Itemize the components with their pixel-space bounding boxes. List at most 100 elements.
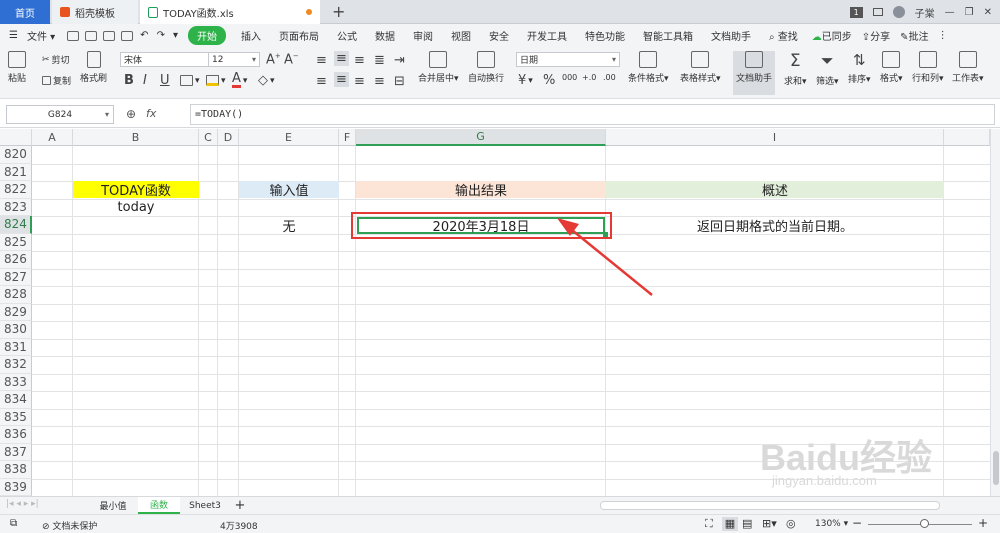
fullscreen-icon[interactable]: ⛶ [705, 517, 713, 531]
row-header[interactable]: 830 [0, 321, 32, 339]
bold-icon[interactable]: B [124, 73, 134, 88]
sort-button[interactable]: ⇅ 排序▾ [848, 51, 871, 85]
page-view-icon[interactable]: ▤ [742, 517, 752, 530]
tab-template[interactable]: 稻壳模板 [52, 0, 138, 24]
row-header[interactable]: 824 [0, 216, 32, 234]
italic-icon[interactable]: I [143, 73, 147, 88]
font-color-icon[interactable]: A ▾ [232, 72, 247, 88]
zoom-level[interactable]: 130% ▾ [815, 519, 848, 529]
sum-button[interactable]: Σ 求和▾ [784, 51, 807, 87]
fill-color-icon[interactable]: ▾ [206, 75, 226, 86]
col-header-g[interactable]: G [356, 129, 606, 146]
increase-decimal-icon[interactable]: +.0 [582, 73, 596, 82]
zoom-magnifier-icon[interactable]: ⊕ [126, 107, 136, 121]
sheet-nav-icon[interactable]: |◂ ◂ ▸ ▸| [6, 499, 39, 509]
zoom-out-icon[interactable]: − [852, 516, 862, 530]
user-name[interactable]: 子棠 [915, 5, 935, 20]
row-header[interactable]: 825 [0, 233, 32, 251]
page-break-icon[interactable]: ⊞▾ [762, 517, 777, 530]
name-box[interactable]: G824 ▾ [6, 105, 114, 124]
add-sheet-icon[interactable]: + [232, 497, 248, 514]
row-header[interactable]: 838 [0, 461, 32, 479]
row-header[interactable]: 821 [0, 163, 32, 181]
print-preview-icon[interactable] [85, 30, 98, 41]
paste-button[interactable]: 粘贴 [8, 51, 26, 84]
horizontal-scrollbar[interactable] [600, 501, 940, 510]
protection-status[interactable]: ⊘ 文档未保护 [42, 519, 97, 532]
rows-cols-button[interactable]: 行和列▾ [912, 51, 944, 84]
merge-center-button[interactable]: 合并居中▾ [418, 51, 459, 84]
wrap-text-button[interactable]: 自动换行 [468, 51, 504, 84]
row-header[interactable]: 839 [0, 478, 32, 496]
share-button[interactable]: ⇪分享 [857, 28, 895, 43]
tab-view[interactable]: 视图 [442, 28, 480, 43]
row-header[interactable]: 826 [0, 251, 32, 269]
align-left-icon[interactable]: ≡ [316, 74, 327, 89]
scrollbar-thumb[interactable] [993, 451, 999, 485]
distribute-icon[interactable]: ⊟ [394, 74, 405, 89]
fx-icon[interactable]: fx [146, 107, 156, 120]
number-format-select[interactable]: 日期 [516, 52, 620, 67]
tab-data[interactable]: 数据 [366, 28, 404, 43]
print-icon[interactable] [103, 30, 116, 41]
undo-icon[interactable]: ↶ [136, 30, 152, 41]
menu-file[interactable]: 文件 ▾ [27, 28, 64, 43]
row-header[interactable]: 832 [0, 356, 32, 374]
window-count-badge[interactable]: 1 [849, 6, 863, 18]
copy-button[interactable]: 复制 [42, 74, 71, 87]
col-header-c[interactable]: C [199, 129, 218, 146]
clear-icon[interactable]: ◇ ▾ [258, 73, 275, 88]
zoom-in-icon[interactable]: + [978, 516, 988, 530]
macro-icon[interactable]: ⧉ [10, 518, 17, 529]
row-header[interactable]: 835 [0, 408, 32, 426]
conditional-format-button[interactable]: 条件格式▾ [628, 51, 669, 84]
tab-start[interactable]: 开始 [187, 26, 226, 45]
cut-button[interactable]: ✂ 剪切 [42, 53, 70, 67]
eye-protection-icon[interactable]: ◎ [786, 517, 796, 530]
filter-button[interactable]: ⏷ 筛选▾ [816, 51, 839, 87]
search-button[interactable]: ⌕ 查找 [760, 28, 807, 43]
tab-developer[interactable]: 开发工具 [518, 28, 576, 43]
normal-view-icon[interactable]: ▦ [722, 517, 738, 531]
row-header[interactable]: 837 [0, 443, 32, 461]
tab-home[interactable]: 首页 [0, 0, 50, 24]
indent-icon[interactable]: ⇥ [394, 53, 405, 68]
align-top-icon[interactable]: ≡ [316, 53, 327, 68]
row-header[interactable]: 828 [0, 286, 32, 304]
tab-insert[interactable]: 插入 [232, 28, 270, 43]
row-header[interactable]: 831 [0, 338, 32, 356]
new-tab-button[interactable]: + [332, 2, 345, 21]
sheet-tab-functions[interactable]: 函数 [138, 497, 180, 514]
align-center-icon[interactable]: ≡ [334, 72, 349, 87]
row-header[interactable]: 833 [0, 373, 32, 391]
vertical-scrollbar[interactable] [990, 129, 1000, 499]
font-grow-icon[interactable]: A+ [266, 52, 281, 67]
select-all-corner[interactable] [0, 129, 32, 146]
format-button[interactable]: 格式▾ [880, 51, 903, 84]
orientation-icon[interactable]: ≣ [374, 53, 385, 68]
sheet-tab-sheet3[interactable]: Sheet3 [180, 497, 230, 514]
minimize-icon[interactable]: — [945, 7, 955, 18]
cell-g822[interactable]: 输出结果 [356, 181, 606, 199]
tab-page-layout[interactable]: 页面布局 [270, 28, 328, 43]
cell-b823[interactable]: today [73, 199, 199, 216]
align-bottom-icon[interactable]: ≡ [354, 53, 365, 68]
save-icon[interactable] [67, 30, 80, 41]
col-header-e[interactable]: E [239, 129, 339, 146]
comment-button[interactable]: ✎批注 [895, 28, 933, 43]
sync-button[interactable]: ☁已同步 [807, 28, 857, 43]
col-header-i[interactable]: I [606, 129, 944, 146]
row-header[interactable]: 823 [0, 198, 32, 216]
tab-review[interactable]: 审阅 [404, 28, 442, 43]
avatar[interactable] [892, 6, 905, 18]
chevron-down-icon[interactable]: ▾ [169, 30, 182, 41]
align-right-icon[interactable]: ≡ [354, 74, 365, 89]
layout-icon[interactable] [872, 8, 883, 16]
row-header[interactable]: 829 [0, 303, 32, 321]
format-painter-button[interactable]: 格式刷 [80, 51, 107, 84]
tab-smart-tools[interactable]: 智能工具箱 [634, 28, 702, 43]
font-size-select[interactable]: 12 [208, 52, 260, 67]
zoom-slider-thumb[interactable] [920, 519, 929, 528]
col-header-a[interactable]: A [32, 129, 73, 146]
justify-icon[interactable]: ≡ [374, 74, 385, 89]
